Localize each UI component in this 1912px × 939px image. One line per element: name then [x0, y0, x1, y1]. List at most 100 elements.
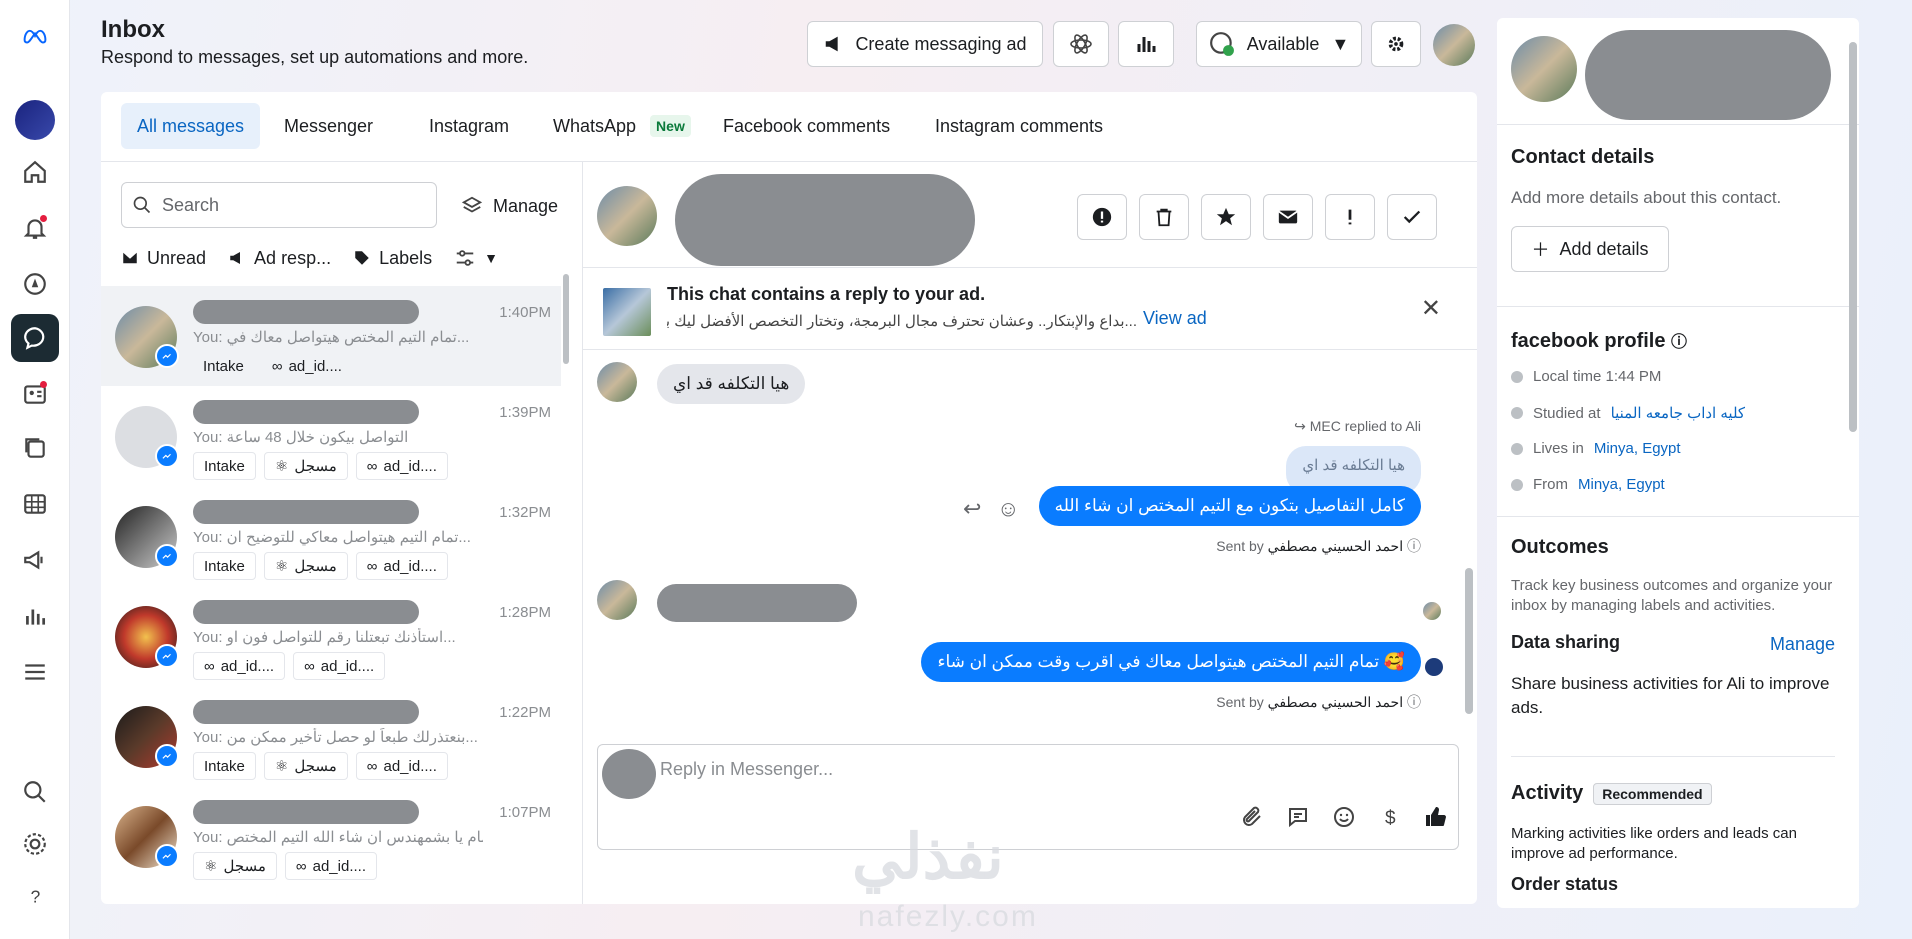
settings-icon[interactable]	[11, 820, 59, 868]
outgoing-message[interactable]: 🥰 تمام التيم المختص هيتواصل معاك في اقرب…	[921, 642, 1421, 682]
star-button[interactable]	[1201, 194, 1251, 240]
thumbs-up-icon[interactable]	[1424, 805, 1448, 829]
conversation-item[interactable]: 1:32PM You: تمام التيم هيتواصل معاكي للت…	[101, 486, 561, 586]
tab-facebook-comments[interactable]: Facebook comments	[707, 103, 906, 149]
meta-ad-icon: ∞	[204, 657, 215, 675]
search-icon[interactable]	[11, 768, 59, 816]
from-value[interactable]: Minya, Egypt	[1578, 476, 1665, 493]
watermark-latin: nafezly.com	[858, 900, 1038, 933]
mark-unread-button[interactable]	[1263, 194, 1313, 240]
settings-button[interactable]	[1371, 21, 1421, 67]
payment-dollar-icon[interactable]: $	[1378, 805, 1402, 829]
ad-thumbnail[interactable]	[603, 288, 651, 336]
ad-id-chip[interactable]: ∞ ad_id....	[293, 652, 386, 680]
conversation-item[interactable]: 1:39PM You: التواصل بيكون خلال 48 ساعة I…	[101, 386, 561, 486]
messenger-icon	[155, 444, 179, 468]
view-ad-link[interactable]: View ad	[1143, 308, 1207, 329]
filter-labels-label: Labels	[379, 247, 433, 268]
delete-button[interactable]	[1139, 194, 1189, 240]
react-smiley-icon[interactable]: ☺	[997, 496, 1019, 522]
panel-scrollbar[interactable]	[1849, 42, 1857, 432]
manage-button[interactable]: Manage	[461, 186, 558, 226]
account-avatar[interactable]	[1433, 24, 1475, 66]
ad-id-chip[interactable]: ∞ ad_id....	[355, 552, 448, 580]
sent-by-label: Sent by	[1216, 694, 1264, 710]
help-icon[interactable]: ?	[11, 872, 59, 920]
conversation-item[interactable]: 1:07PM You: تمام يا بشمهندس ان شاء الله …	[101, 786, 561, 886]
label-chip[interactable]: Intake	[193, 352, 254, 380]
search-input[interactable]: Search	[121, 182, 437, 228]
search-icon	[133, 196, 151, 214]
star-icon	[1216, 207, 1236, 226]
conversation-item[interactable]: 1:28PM You: استأذنك تبعتلنا رقم للتواصل …	[101, 586, 561, 686]
ad-id-chip[interactable]: ∞ ad_id....	[355, 752, 448, 780]
reply-icon[interactable]: ↩	[963, 496, 981, 522]
page-avatar[interactable]	[11, 96, 59, 144]
planner-icon[interactable]	[11, 480, 59, 528]
incoming-message[interactable]: هيا التكلفه قد اي	[657, 364, 806, 404]
chevron-down-icon: ▼	[484, 250, 498, 266]
ads-megaphone-icon[interactable]	[11, 536, 59, 584]
studied-value[interactable]: كليه اداب جامعه المنيا	[1611, 404, 1746, 422]
tab-instagram[interactable]: Instagram	[413, 103, 525, 149]
saved-replies-icon[interactable]	[1286, 805, 1310, 829]
reply-placeholder[interactable]: Reply in Messenger...	[660, 759, 833, 780]
insights-button[interactable]	[1118, 21, 1174, 67]
inbox-icon[interactable]	[11, 314, 59, 362]
tab-instagram-comments[interactable]: Instagram comments	[919, 103, 1119, 149]
label-chip[interactable]: Intake	[193, 752, 256, 780]
label-chip[interactable]: ⚛ مسجل	[263, 552, 348, 580]
conversation-preview: You: تمام التيم هيتواصل معاكي للتوضيح ان…	[193, 529, 471, 546]
data-sharing-manage-link[interactable]: Manage	[1770, 634, 1835, 655]
ad-id-chip[interactable]: ∞ ad_id....	[193, 652, 286, 680]
home-icon[interactable]	[11, 148, 59, 196]
chat-contact-avatar[interactable]	[597, 186, 657, 246]
notifications-icon[interactable]	[11, 204, 59, 252]
label-chip[interactable]: Intake	[193, 552, 256, 580]
label-chip[interactable]: Intake	[193, 452, 256, 480]
menu-icon[interactable]	[11, 648, 59, 696]
mark-spam-button[interactable]	[1077, 194, 1127, 240]
outgoing-message[interactable]: كامل التفاصيل بتكون مع التيم المختص ان ش…	[1038, 486, 1421, 526]
label-chip[interactable]: ⚛ مسجل	[263, 752, 348, 780]
filter-options-dropdown[interactable]: ▼	[454, 247, 498, 269]
ad-id-chip[interactable]: ∞ ad_id....	[284, 852, 377, 880]
tab-all-messages[interactable]: All messages	[121, 103, 261, 149]
availability-dropdown[interactable]: Available ▼	[1196, 21, 1362, 67]
attachment-icon[interactable]	[1240, 805, 1264, 829]
insights-icon[interactable]	[11, 592, 59, 640]
create-messaging-ad-button[interactable]: Create messaging ad	[807, 21, 1043, 67]
mark-done-button[interactable]	[1387, 194, 1437, 240]
explore-icon[interactable]	[11, 260, 59, 308]
follow-up-button[interactable]	[1325, 194, 1375, 240]
thread-scrollbar[interactable]	[1465, 568, 1473, 714]
bar-chart-icon	[1137, 37, 1156, 52]
automations-button[interactable]	[1053, 21, 1109, 67]
conversation-item[interactable]: 1:22PM You: بنعتذرلك طبعاً لو حصل تأخير …	[101, 686, 561, 786]
meta-ad-icon: ∞	[366, 457, 378, 475]
search-placeholder: Search	[162, 194, 220, 215]
ad-id-chip[interactable]: ∞ ad_id....	[355, 452, 448, 480]
ad-id-chip[interactable]: ∞ ad_id....	[262, 352, 352, 380]
filter-unread[interactable]: Unread	[121, 248, 206, 269]
filter-ad-responses[interactable]: Ad resp...	[228, 248, 331, 269]
lives-value[interactable]: Minya, Egypt	[1594, 440, 1681, 457]
meta-logo-icon[interactable]	[11, 12, 59, 60]
emoji-icon[interactable]	[1332, 805, 1356, 829]
conversation-time: 1:40PM	[499, 304, 551, 321]
tab-messenger[interactable]: Messenger	[268, 103, 389, 149]
contacts-icon[interactable]	[11, 370, 59, 418]
add-details-button[interactable]: ＋ Add details	[1511, 226, 1669, 272]
filter-labels[interactable]: Labels	[353, 248, 432, 269]
label-chip[interactable]: ⚛ مسجل	[263, 452, 348, 480]
label-chip[interactable]: ⚛ مسجل	[193, 852, 277, 880]
conversation-item[interactable]: 1:40PM You: تمام التيم المختص هيتواصل مع…	[101, 286, 561, 386]
list-scrollbar[interactable]	[563, 274, 569, 364]
tab-whatsapp[interactable]: WhatsApp New	[537, 103, 707, 149]
content-icon[interactable]	[11, 424, 59, 472]
activity-text: Marking activities like orders and leads…	[1511, 825, 1797, 862]
from-row: From Minya, Egypt	[1511, 476, 1665, 493]
close-icon[interactable]: ✕	[1421, 294, 1441, 323]
reply-composer[interactable]: Reply in Messenger... $	[597, 744, 1459, 850]
messenger-icon	[155, 644, 179, 668]
